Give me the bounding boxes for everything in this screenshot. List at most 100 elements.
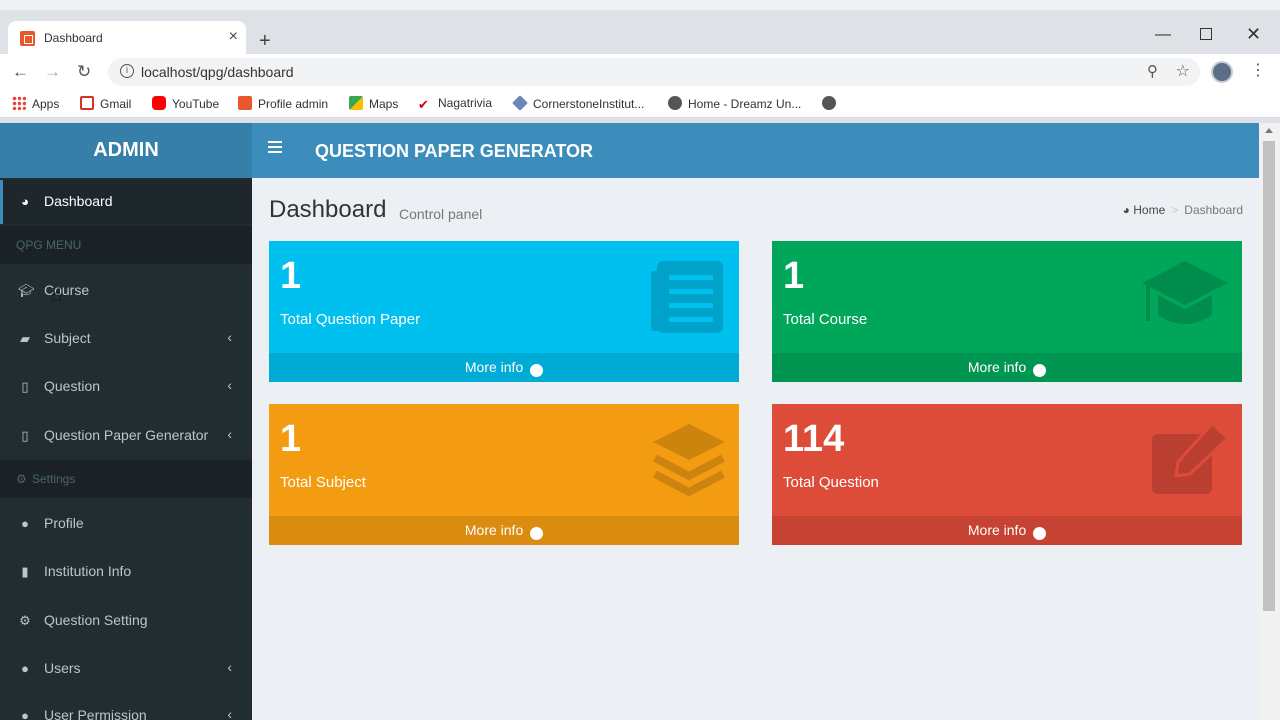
breadcrumb-home[interactable]: Home bbox=[1133, 203, 1165, 217]
main-content: Dashboard Control panel ◕ Home > Dashboard… bbox=[252, 178, 1259, 720]
sidebar-item-label: User Permission bbox=[44, 707, 147, 720]
breadcrumb: ◕ Home > Dashboard bbox=[1123, 203, 1243, 217]
bookmark-apps[interactable]: Apps bbox=[12, 96, 59, 111]
bookmark-cornerstone[interactable]: CornerstoneInstitut... bbox=[512, 95, 645, 111]
bookmark-label: Apps bbox=[32, 97, 60, 111]
info-icon[interactable]: i bbox=[120, 64, 134, 78]
sidebar-item-label: Users bbox=[44, 660, 81, 676]
more-info-label: More info bbox=[967, 522, 1027, 538]
hamburger-menu-icon[interactable] bbox=[268, 141, 282, 153]
bookmark-maps[interactable]: Maps bbox=[349, 96, 398, 111]
stat-count: 114 bbox=[783, 418, 845, 460]
vertical-scrollbar[interactable] bbox=[1259, 123, 1280, 720]
more-info-link[interactable]: More info › bbox=[772, 516, 1242, 545]
sidebar-item-course[interactable]: 🎓︎ Course bbox=[0, 269, 252, 313]
sidebar-item-label: Institution Info bbox=[44, 563, 132, 579]
browser-toolbar: ← → ↻ i localhost/qpg/dashboard ⚲ ☆ ⋮ bbox=[0, 54, 1280, 90]
title-bar: Dashboard × + — ✕ bbox=[0, 0, 1280, 56]
breadcrumb-current: Dashboard bbox=[1184, 203, 1243, 217]
bookmark-label: Nagatrivia bbox=[438, 96, 493, 110]
sidebar: ADMIN ◕ Dashboard QPG MENU 🎓︎ Course ▰ S… bbox=[0, 123, 252, 720]
maximize-button[interactable] bbox=[1200, 28, 1212, 40]
zoom-icon[interactable]: ⚲ bbox=[1147, 62, 1158, 80]
bookmark-nagatrivia[interactable]: ✔ Nagatrivia bbox=[418, 96, 492, 112]
app-title: QUESTION PAPER GENERATOR bbox=[315, 141, 594, 161]
more-info-label: More info bbox=[464, 522, 524, 538]
browser-tab[interactable]: Dashboard × bbox=[8, 21, 246, 56]
bookmark-globe[interactable] bbox=[822, 96, 842, 111]
sidebar-item-users[interactable]: ● Users ‹ bbox=[0, 647, 252, 691]
maps-icon bbox=[349, 96, 363, 110]
bookmark-label: Profile admin bbox=[258, 97, 329, 111]
more-info-label: More info bbox=[967, 359, 1027, 375]
section-label: QPG MENU bbox=[16, 238, 82, 252]
sidebar-item-qpg[interactable]: ▯ Question Paper Generator ‹ bbox=[0, 414, 252, 458]
chevron-left-icon: ‹ bbox=[227, 377, 232, 393]
menu-kebab-icon[interactable]: ⋮ bbox=[1250, 60, 1266, 80]
address-bar[interactable]: i localhost/qpg/dashboard ⚲ ☆ bbox=[108, 58, 1200, 86]
bookmark-star-icon[interactable]: ☆ bbox=[1176, 61, 1190, 81]
new-tab-button[interactable]: + bbox=[259, 31, 271, 51]
sidebar-item-profile[interactable]: ● Profile bbox=[0, 502, 252, 546]
minimize-button[interactable]: — bbox=[1155, 26, 1171, 44]
graduation-cap-icon bbox=[1142, 261, 1228, 324]
favicon-icon bbox=[238, 96, 252, 110]
profile-avatar[interactable] bbox=[1211, 61, 1233, 83]
mouse-cursor-icon: ☝ bbox=[51, 285, 62, 305]
sidebar-item-dashboard[interactable]: ◕ Dashboard bbox=[0, 180, 252, 224]
cogs-icon: ⚙ bbox=[19, 613, 31, 628]
forward-icon[interactable]: → bbox=[44, 62, 61, 82]
sidebar-item-subject[interactable]: ▰ Subject ‹ bbox=[0, 317, 252, 361]
stat-box-question-paper: 1 Total Question Paper More info › bbox=[269, 241, 739, 382]
cogs-icon: ⚙ bbox=[16, 472, 27, 486]
top-header: QUESTION PAPER GENERATOR bbox=[252, 123, 1259, 178]
url-text[interactable]: localhost/qpg/dashboard bbox=[141, 64, 294, 80]
sidebar-item-institution[interactable]: ▮ Institution Info bbox=[0, 550, 252, 594]
sidebar-item-label: Question bbox=[44, 378, 101, 394]
back-icon[interactable]: ← bbox=[12, 62, 29, 82]
layers-icon bbox=[653, 424, 725, 497]
file-icon: ▯ bbox=[21, 379, 29, 394]
more-info-link[interactable]: More info › bbox=[772, 353, 1242, 382]
bookmark-profile-admin[interactable]: Profile admin bbox=[238, 96, 328, 111]
bookmark-label: CornerstoneInstitut... bbox=[533, 97, 645, 111]
bookmark-gmail[interactable]: Gmail bbox=[80, 96, 131, 111]
scroll-up-arrow-icon[interactable] bbox=[1265, 128, 1273, 133]
sidebar-item-question-setting[interactable]: ⚙ Question Setting bbox=[0, 599, 252, 643]
breadcrumb-separator: > bbox=[1171, 203, 1179, 217]
apps-grid-icon bbox=[12, 96, 26, 110]
scroll-thumb[interactable] bbox=[1263, 141, 1275, 611]
arrow-circle-right-icon: › bbox=[530, 364, 544, 377]
sidebar-item-user-permission[interactable]: ● User Permission ‹ bbox=[0, 694, 252, 720]
graduation-cap-icon: 🎓︎ bbox=[18, 283, 35, 298]
sidebar-item-label: Dashboard bbox=[44, 193, 113, 209]
stat-label: Total Question Paper bbox=[280, 311, 421, 328]
more-info-label: More info bbox=[464, 359, 524, 375]
menu-section-header: QPG MENU bbox=[0, 226, 252, 264]
dashboard-icon: ◕ bbox=[1122, 203, 1130, 217]
bookmark-youtube[interactable]: YouTube bbox=[152, 96, 219, 111]
newspaper-icon bbox=[651, 261, 723, 333]
reload-icon[interactable]: ↻ bbox=[77, 62, 91, 82]
edit-icon bbox=[1152, 422, 1230, 494]
globe-icon bbox=[668, 96, 682, 110]
logo[interactable]: ADMIN bbox=[0, 123, 252, 178]
bookmark-label: Home - Dreamz Un... bbox=[688, 97, 802, 111]
sidebar-item-question[interactable]: ▯ Question ‹ bbox=[0, 365, 252, 409]
stat-label: Total Subject bbox=[280, 474, 366, 491]
bookmark-label: YouTube bbox=[172, 97, 220, 111]
bookmark-dreamz[interactable]: Home - Dreamz Un... bbox=[668, 96, 801, 111]
file-icon: ▯ bbox=[21, 428, 29, 443]
close-tab-icon[interactable]: × bbox=[229, 28, 238, 46]
user-icon: ● bbox=[21, 516, 29, 531]
page-subtitle: Control panel bbox=[399, 206, 483, 222]
bookmark-label: Maps bbox=[369, 97, 399, 111]
chevron-left-icon: ‹ bbox=[227, 329, 232, 345]
more-info-link[interactable]: More info › bbox=[269, 516, 739, 545]
page-title: Dashboard bbox=[269, 196, 387, 223]
book-icon: ▰ bbox=[20, 331, 30, 346]
cornerstone-icon bbox=[512, 95, 528, 111]
stat-box-course: 1 Total Course More info › bbox=[772, 241, 1242, 382]
more-info-link[interactable]: More info › bbox=[269, 353, 739, 382]
close-window-button[interactable]: ✕ bbox=[1246, 24, 1261, 45]
